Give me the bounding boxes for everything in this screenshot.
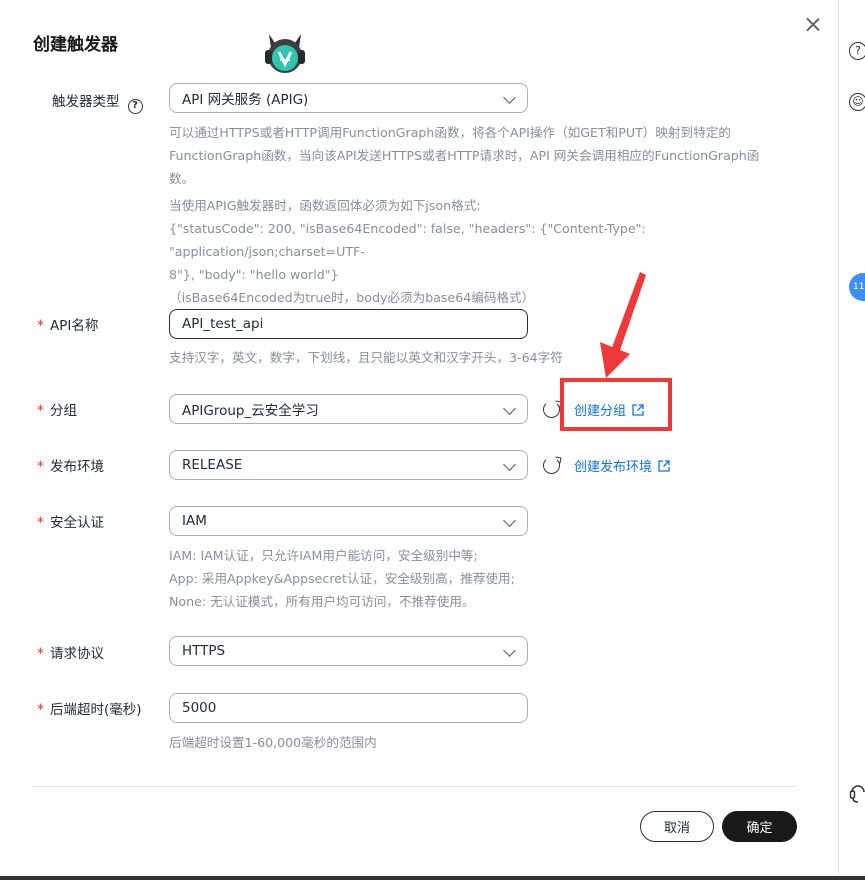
desc-line: FunctionGraph函数，当向该API发送HTTPS或者HTTP请求时，A… — [169, 148, 760, 163]
timeout-value: 5000 — [182, 700, 217, 716]
trigger-type-label: 触发器类型? — [52, 90, 143, 114]
required-mark: * — [37, 646, 44, 662]
trigger-type-label-text: 触发器类型 — [52, 94, 120, 110]
api-name-help: 支持汉字，英文，数字，下划线，且只能以英文和汉字开头，3-64字符 — [169, 350, 563, 365]
auth-help: IAM: IAM认证，只允许IAM用户能访问，安全级别中等; App: 采用Ap… — [169, 544, 515, 613]
json-line: 当使用APIG触发器时，函数返回体必须为如下json格式: — [169, 198, 481, 213]
group-label: * 分组 — [37, 399, 77, 419]
refresh-icon[interactable] — [543, 401, 560, 418]
api-name-label-text: API名称 — [50, 318, 99, 334]
required-mark: * — [37, 459, 44, 475]
headset-icon[interactable] — [849, 780, 865, 806]
right-rail — [838, 0, 865, 880]
auth-label-text: 安全认证 — [50, 515, 104, 531]
required-mark: * — [37, 702, 44, 718]
auth-help-line: App: 采用Appkey&Appsecret认证，安全级别高，推荐使用; — [169, 571, 515, 586]
mascot-icon — [265, 34, 305, 73]
api-name-input[interactable]: API_test_api — [169, 309, 528, 339]
auth-select[interactable]: IAM — [169, 506, 528, 536]
chevron-down-icon — [497, 637, 527, 665]
refresh-icon[interactable] — [543, 457, 560, 474]
json-line: （isBase64Encoded为true时，body必须为base64编码格式… — [169, 290, 535, 305]
chevron-down-icon — [497, 395, 527, 423]
create-env-link-text: 创建发布环境 — [574, 460, 653, 475]
create-trigger-dialog: 创建触发器 触发器类型? API 网关服务 (APIG) 可以通过HTTPS或者… — [0, 0, 838, 878]
json-line: 8"}, "body": "hello world"} — [169, 267, 339, 282]
required-mark: * — [37, 318, 44, 334]
group-label-text: 分组 — [50, 403, 77, 419]
footer-divider — [33, 786, 796, 787]
question-icon[interactable]: ? — [127, 99, 143, 114]
trigger-type-description: 可以通过HTTPS或者HTTP调用FunctionGraph函数，将各个API操… — [169, 121, 809, 190]
required-mark: * — [37, 403, 44, 419]
feedback-face-icon[interactable]: ☺ — [849, 93, 865, 111]
auth-help-line: None: 无认证模式，所有用户均可访问，不推荐使用。 — [169, 594, 475, 609]
cancel-button[interactable]: 取消 — [640, 811, 714, 842]
trigger-type-value: API 网关服务 (APIG) — [182, 92, 309, 108]
env-label: * 发布环境 — [37, 455, 104, 475]
protocol-label: * 请求协议 — [37, 642, 104, 662]
auth-label: * 安全认证 — [37, 511, 104, 531]
timeout-label-text: 后端超时(毫秒) — [50, 702, 142, 718]
auth-value: IAM — [182, 513, 207, 529]
bottom-taskbar-edge — [0, 876, 865, 880]
api-name-value: API_test_api — [182, 316, 264, 332]
timeout-help: 后端超时设置1-60,000毫秒的范围内 — [169, 735, 377, 750]
protocol-value: HTTPS — [182, 643, 226, 659]
group-select[interactable]: APIGroup_云安全学习 — [169, 394, 528, 424]
desc-line: 可以通过HTTPS或者HTTP调用FunctionGraph函数，将各个API操… — [169, 125, 731, 140]
help-icon[interactable]: ? — [849, 42, 865, 60]
auth-help-line: IAM: IAM认证，只允许IAM用户能访问，安全级别中等; — [169, 548, 478, 563]
json-format-description: 当使用APIG触发器时，函数返回体必须为如下json格式: {"statusCo… — [169, 194, 809, 309]
external-link-icon — [658, 459, 670, 472]
timeout-input[interactable]: 5000 — [169, 693, 528, 723]
protocol-label-text: 请求协议 — [50, 646, 104, 662]
env-value: RELEASE — [182, 457, 243, 473]
chevron-down-icon — [497, 507, 527, 535]
timeout-label: * 后端超时(毫秒) — [37, 698, 142, 718]
api-name-label: * API名称 — [37, 314, 98, 334]
annotation-highlight-box — [560, 378, 672, 431]
env-select[interactable]: RELEASE — [169, 450, 528, 480]
trigger-type-select[interactable]: API 网关服务 (APIG) — [169, 83, 528, 113]
annotation-arrow — [600, 272, 646, 378]
close-icon[interactable] — [802, 14, 824, 36]
chevron-down-icon — [497, 451, 527, 479]
confirm-button[interactable]: 确定 — [722, 811, 797, 842]
protocol-select[interactable]: HTTPS — [169, 636, 528, 666]
json-line: {"statusCode": 200, "isBase64Encoded": f… — [169, 221, 646, 259]
desc-line: 数。 — [169, 171, 195, 186]
required-mark: * — [37, 515, 44, 531]
group-value: APIGroup_云安全学习 — [182, 403, 319, 419]
create-env-link[interactable]: 创建发布环境 — [574, 456, 670, 475]
chevron-down-icon — [497, 84, 527, 112]
dialog-title: 创建触发器 — [33, 35, 118, 55]
env-label-text: 发布环境 — [50, 459, 104, 475]
